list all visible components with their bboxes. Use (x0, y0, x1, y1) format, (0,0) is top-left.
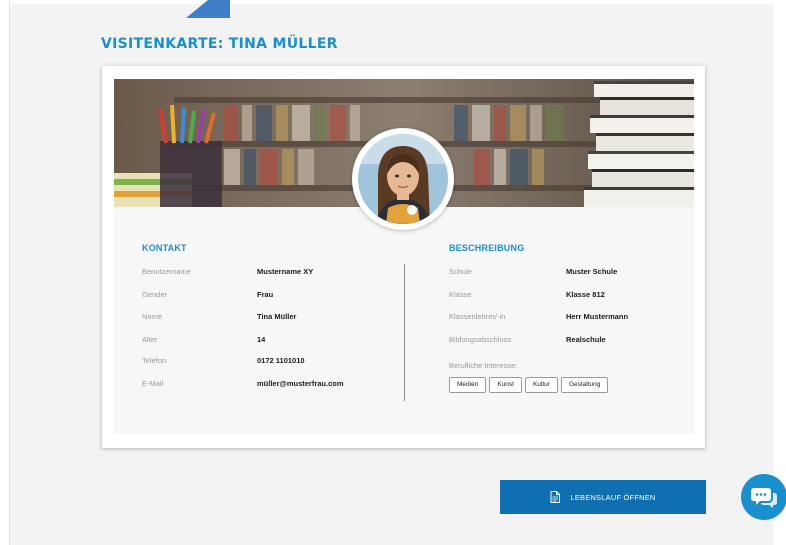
contact-value: Tina Müller (257, 312, 297, 321)
open-cv-button-label: LEBENSLAUF ÖFFNEN (570, 492, 656, 502)
description-label: Bildungsabschluss (449, 335, 512, 344)
contact-value: Mustername XY (257, 267, 314, 276)
contact-label: Name (142, 312, 163, 321)
column-divider (404, 264, 405, 401)
description-value: Muster Schule (566, 267, 618, 276)
card-inner-panel: KONTAKT Benutzername Mustername XY Gende… (114, 79, 694, 434)
contact-value[interactable]: müller@musterfrau.com (257, 379, 344, 388)
interest-tag-medien[interactable]: Medien (449, 377, 487, 393)
description-label: Schule (449, 267, 472, 276)
contact-value: 0172 1101010 (257, 356, 305, 365)
student-portrait-icon (358, 134, 448, 224)
description-label: Klassenlehrer/-in (449, 312, 506, 321)
document-icon (550, 491, 561, 503)
pointer-arrow-icon (186, 0, 230, 18)
top-strip (10, 0, 774, 4)
interests-label: Berufliche Interesse: (449, 361, 518, 370)
contact-value: 14 (257, 335, 266, 344)
interest-tag-gestaltung[interactable]: Gestaltung (560, 377, 609, 393)
contact-value: Frau (257, 290, 274, 299)
contact-label: Alter (142, 335, 158, 344)
description-heading: BESCHREIBUNG (449, 243, 525, 253)
contact-label: Telefon (142, 356, 167, 365)
avatar (352, 128, 454, 230)
description-value: Realschule (566, 335, 606, 344)
right-scroll-rail[interactable] (774, 0, 786, 545)
contact-label: Benutzername (142, 267, 191, 276)
description-value: Klasse 812 (566, 290, 605, 299)
left-sidebar (0, 0, 10, 545)
interest-tag-kunst[interactable]: Kunst (489, 377, 522, 393)
contact-label: Gender (142, 290, 168, 299)
business-card: KONTAKT Benutzername Mustername XY Gende… (102, 66, 705, 448)
contact-label: E-Mail (142, 379, 164, 388)
contact-heading: KONTAKT (142, 243, 187, 253)
interest-tag-kultur[interactable]: Kultur (524, 377, 558, 393)
open-cv-button[interactable]: LEBENSLAUF ÖFFNEN (500, 480, 706, 514)
chat-icon (751, 488, 777, 508)
description-label: Klasse (449, 290, 472, 299)
chat-button[interactable] (741, 474, 786, 520)
page-title: VISITENKARTE: TINA MÜLLER (101, 36, 338, 52)
interest-tag-list: Medien Kunst Kultur Gestaltung (449, 377, 609, 393)
description-value: Herr Mustermann (566, 312, 629, 321)
